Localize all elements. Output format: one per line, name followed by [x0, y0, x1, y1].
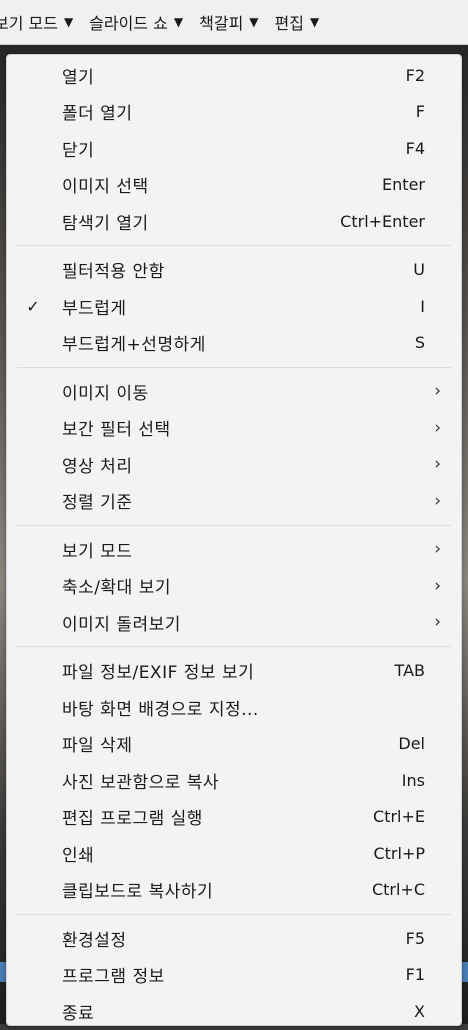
menu-item-label: 보기 모드: [62, 541, 133, 562]
menu-item-label: 부드럽게+선명하게: [62, 335, 206, 356]
chevron-down-icon: ▼: [249, 15, 259, 29]
menu-item-label: 사진 보관함으로 복사: [62, 772, 220, 793]
chevron-right-icon: ›: [434, 490, 441, 511]
menu-item-label: 이미지 이동: [62, 383, 149, 404]
menu-item-label: 필터적용 안함: [62, 262, 165, 283]
menu-item-shortcut: Ins: [401, 770, 425, 790]
menu-item[interactable]: 바탕 화면 배경으로 지정...: [7, 689, 461, 726]
menu-item-shortcut: F4: [405, 138, 425, 158]
menu-item[interactable]: 부드럽게+선명하게 S: [7, 325, 461, 362]
menu-item-shortcut: F: [415, 102, 425, 122]
menu-bar: 보기 모드 ▼ 슬라이드 쇼 ▼ 책갈피 ▼ 편집 ▼: [0, 0, 468, 45]
menu-separator: [17, 913, 451, 915]
menu-item[interactable]: 탐색기 열기 Ctrl+Enter: [7, 203, 461, 240]
menu-item-shortcut: F1: [405, 965, 425, 985]
chevron-right-icon: ›: [434, 417, 441, 438]
menu-item-label: 바탕 화면 배경으로 지정...: [62, 699, 259, 720]
menu-separator: [17, 245, 451, 246]
menubar-view-mode[interactable]: 보기 모드 ▼: [0, 0, 81, 44]
menu-item-label: 편집 프로그램 실행: [62, 809, 203, 830]
chevron-right-icon: ›: [434, 612, 441, 633]
menu-item-shortcut: X: [414, 1001, 425, 1021]
check-icon: ✓: [26, 296, 40, 316]
menu-separator: [17, 646, 451, 647]
menu-item-label: 탐색기 열기: [62, 213, 149, 234]
menu-item-shortcut: Ctrl+Enter: [340, 211, 425, 231]
menu-item[interactable]: 열기 F2: [7, 57, 461, 94]
menu-item[interactable]: 클립보드로 복사하기 Ctrl+C: [7, 872, 461, 909]
menu-item-label: 클립보드로 복사하기: [62, 882, 214, 903]
chevron-down-icon: ▼: [173, 15, 184, 29]
menu-item-label: 보간 필터 선택: [62, 420, 171, 441]
menu-item[interactable]: 편집 프로그램 실행 Ctrl+E: [7, 799, 461, 836]
chevron-down-icon: ▼: [309, 15, 320, 29]
menu-item-shortcut: Ctrl+P: [373, 843, 425, 863]
menu-item[interactable]: 보간 필터 선택 ›: [7, 410, 461, 447]
menu-item-label: 프로그램 정보: [62, 967, 165, 988]
menu-item-shortcut: F2: [405, 65, 425, 85]
menu-item-label: 정렬 기준: [62, 493, 133, 514]
menu-item-shortcut: TAB: [394, 661, 425, 681]
menu-item-label: 인쇄: [62, 845, 95, 866]
chevron-right-icon: ›: [434, 381, 441, 402]
menu-item-shortcut: Enter: [382, 175, 425, 195]
menu-item-shortcut: Ctrl+C: [371, 880, 425, 900]
context-menu: 열기 F2 폴더 열기 F 닫기 F4 이미지 선택 Enter 탐색기 열기 Ctrl+Ente…: [6, 54, 462, 1026]
menu-item-label: 환경설정: [62, 930, 127, 951]
menu-item[interactable]: 이미지 이동 ›: [7, 373, 461, 410]
menu-item-shortcut: S: [414, 333, 425, 353]
menu-item[interactable]: 닫기 F4: [7, 130, 461, 167]
menu-item-shortcut: U: [413, 260, 425, 280]
menu-item-label: 파일 삭제: [62, 736, 133, 757]
menu-item-label: 부드럽게: [62, 298, 127, 319]
menu-item[interactable]: 필터적용 안함 U: [7, 252, 461, 289]
menu-item[interactable]: 환경설정 F5: [7, 920, 461, 957]
menu-separator: [17, 366, 451, 368]
chevron-right-icon: ›: [434, 575, 441, 596]
menu-item-label: 종료: [62, 1003, 95, 1024]
menu-item[interactable]: 폴더 열기 F: [7, 94, 461, 131]
menu-item-label: 이미지 선택: [62, 177, 149, 198]
menubar-label: 보기 모드: [0, 14, 58, 33]
menubar-bookmark[interactable]: 책갈피 ▼: [191, 0, 266, 44]
menu-item-label: 파일 정보/EXIF 정보 보기: [62, 663, 255, 684]
menu-item[interactable]: 파일 정보/EXIF 정보 보기 TAB: [7, 653, 461, 690]
chevron-right-icon: ›: [434, 454, 441, 475]
menu-item-label: 닫기: [62, 140, 95, 161]
chevron-down-icon: ▼: [63, 15, 74, 29]
menu-item-shortcut: Del: [398, 734, 425, 754]
menu-item[interactable]: 정렬 기준 ›: [7, 483, 461, 520]
menu-item-label: 열기: [62, 67, 95, 88]
menu-item-shortcut: I: [420, 296, 425, 316]
menubar-slideshow[interactable]: 슬라이드 쇼 ▼: [81, 0, 191, 44]
menu-item[interactable]: 이미지 돌려보기 ›: [7, 604, 461, 641]
menu-item-label: 영상 처리: [62, 456, 133, 477]
menu-item[interactable]: 파일 삭제 Del: [7, 726, 461, 763]
menu-item[interactable]: 프로그램 정보 F1: [7, 957, 461, 994]
menu-item[interactable]: 축소/확대 보기 ›: [7, 568, 461, 605]
menu-item-label: 폴더 열기: [62, 104, 133, 125]
menu-item[interactable]: 이미지 선택 Enter: [7, 167, 461, 204]
menubar-edit[interactable]: 편집 ▼: [267, 0, 328, 44]
menu-item[interactable]: 사진 보관함으로 복사 Ins: [7, 762, 461, 799]
menu-item[interactable]: ✓ 부드럽게 I: [7, 288, 461, 325]
chevron-right-icon: ›: [434, 539, 441, 560]
menu-item-label: 이미지 돌려보기: [62, 614, 181, 635]
menu-item[interactable]: 인쇄 Ctrl+P: [7, 835, 461, 872]
menu-item-shortcut: Ctrl+E: [373, 807, 425, 827]
menu-separator: [17, 524, 451, 526]
menu-item[interactable]: 영상 처리 ›: [7, 446, 461, 483]
menu-item-label: 축소/확대 보기: [62, 578, 171, 599]
menu-item-shortcut: F5: [405, 928, 425, 948]
menubar-label: 슬라이드 쇼: [89, 14, 168, 33]
menubar-label: 책갈피: [199, 14, 244, 33]
menu-item[interactable]: 보기 모드 ›: [7, 531, 461, 568]
menu-item[interactable]: 종료 X: [7, 993, 461, 1030]
menubar-label: 편집: [274, 14, 304, 33]
